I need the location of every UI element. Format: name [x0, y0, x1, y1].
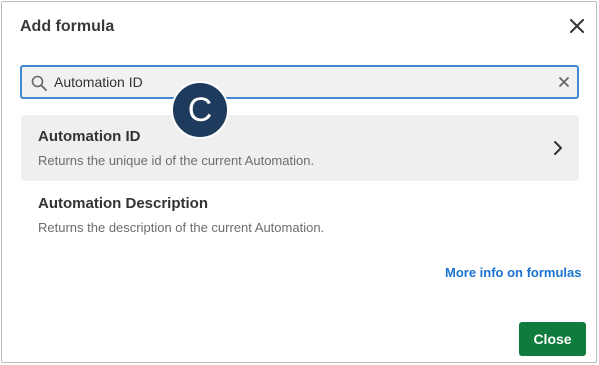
result-item-automation-description[interactable]: Automation Description Returns the descr… — [21, 182, 579, 248]
chevron-right-icon[interactable] — [551, 140, 565, 156]
result-item-automation-id[interactable]: Automation ID Returns the unique id of t… — [21, 115, 579, 181]
dialog-title: Add formula — [20, 18, 115, 35]
add-formula-dialog: Add formula Automation ID Returns the un… — [1, 1, 597, 363]
close-button[interactable]: Close — [519, 322, 586, 356]
result-description: Returns the description of the current A… — [38, 220, 325, 235]
step-marker-badge: C — [171, 81, 229, 139]
result-name: Automation Description — [38, 195, 209, 212]
close-icon[interactable] — [566, 15, 588, 37]
search-icon — [31, 75, 47, 91]
clear-icon[interactable] — [557, 75, 571, 89]
result-description: Returns the unique id of the current Aut… — [38, 153, 315, 168]
formula-search-box — [20, 65, 579, 99]
result-name: Automation ID — [38, 128, 141, 145]
more-info-link[interactable]: More info on formulas — [445, 265, 582, 280]
search-input[interactable] — [54, 71, 544, 93]
